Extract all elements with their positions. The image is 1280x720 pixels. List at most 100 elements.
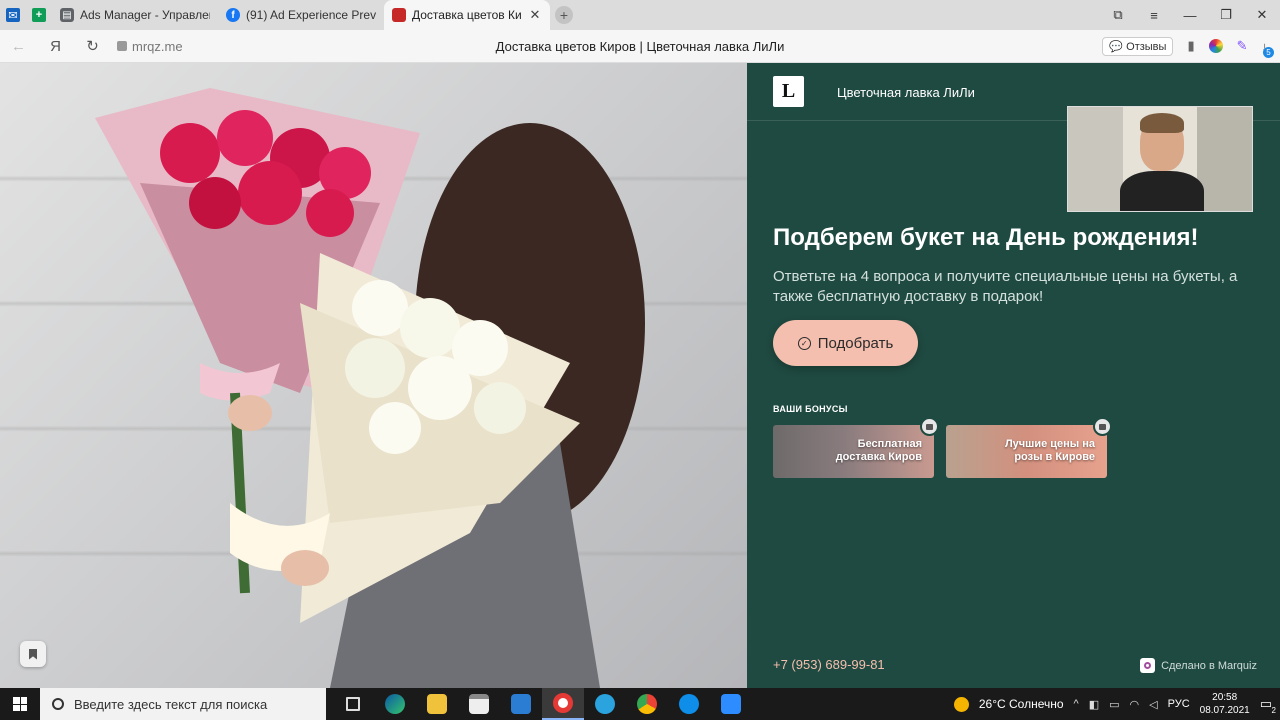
taskbar-search[interactable]: Введите здесь текст для поиска	[40, 688, 326, 720]
taskbar-store[interactable]	[458, 688, 500, 720]
bonus-card-free-delivery: Бесплатная доставка Киров	[773, 425, 934, 478]
reviews-button[interactable]: 💬 Отзывы	[1102, 36, 1174, 56]
zoom-icon	[721, 694, 741, 714]
taskbar-explorer[interactable]	[416, 688, 458, 720]
chrome-icon	[637, 694, 657, 714]
marquiz-credit[interactable]: Сделано в Marquiz	[1140, 658, 1257, 673]
bookmark-icon[interactable]: ▮	[1187, 38, 1194, 54]
close-tab-icon[interactable]: ✕	[528, 7, 542, 23]
weather-text[interactable]: 26°C Солнечно	[979, 697, 1064, 711]
notifications-icon[interactable]: ▭ 2	[1260, 696, 1276, 715]
color-wheel-icon[interactable]	[1208, 39, 1223, 53]
mail-icon: ✉	[6, 8, 20, 22]
pinned-tab-mail[interactable]: ✉	[0, 0, 26, 30]
yandex-button[interactable]: Я	[37, 38, 74, 55]
bonus-title: Лучшие цены на розы в Кирове	[1004, 438, 1095, 463]
tab-ads-manager[interactable]: ▤ Ads Manager - Управление	[52, 0, 218, 30]
taskbar-apps	[332, 688, 752, 720]
taskbar-yandex-browser[interactable]	[542, 688, 584, 720]
bonus-title: Бесплатная доставка Киров	[835, 438, 922, 463]
webcam-overlay	[1067, 106, 1253, 212]
tab-ad-experience[interactable]: f (91) Ad Experience Preview	[218, 0, 384, 30]
telegram-icon	[595, 694, 615, 714]
start-quiz-button[interactable]: ✓ Подобрать	[773, 320, 918, 366]
taskbar-mail[interactable]	[500, 688, 542, 720]
start-quiz-label: Подобрать	[817, 334, 894, 352]
close-window-button[interactable]: ✕	[1244, 7, 1280, 23]
task-view-button[interactable]	[332, 688, 374, 720]
downloads-badge: 5	[1263, 46, 1274, 58]
taskbar-zoom[interactable]	[710, 688, 752, 720]
folder-icon	[427, 694, 447, 714]
quiz-start-panel: L Цветочная лавка ЛиЛи Подберем букет на…	[747, 63, 1280, 688]
new-tab-button[interactable]: +	[550, 0, 578, 30]
ads-manager-icon: ▤	[60, 8, 74, 22]
volume-icon[interactable]: ◁	[1149, 698, 1157, 711]
network-icon[interactable]: ◧	[1089, 698, 1099, 711]
facebook-icon: f	[226, 8, 240, 22]
wifi-icon[interactable]: ◠	[1130, 698, 1140, 711]
lock-icon	[117, 41, 127, 51]
language-indicator[interactable]: РУС	[1168, 698, 1190, 710]
bouquet-illustration	[95, 88, 645, 688]
browser-tab-strip: ✉ + ▤ Ads Manager - Управление f (91) Ad…	[0, 0, 1280, 30]
pen-icon[interactable]: ✎	[1237, 38, 1248, 54]
reviews-label: Отзывы	[1126, 40, 1167, 53]
clock-date: 08.07.2021	[1199, 705, 1250, 716]
lock-icon	[1093, 417, 1112, 436]
battery-icon[interactable]: ▭	[1109, 698, 1119, 711]
quiz-subtext: Ответьте на 4 вопроса и получите специал…	[773, 268, 1238, 305]
collections-icon[interactable]: ⧉	[1100, 7, 1136, 23]
pinned-tab-sheets[interactable]: +	[26, 0, 52, 30]
downloads-icon[interactable]: ↓ 5	[1262, 39, 1274, 58]
search-icon	[52, 698, 64, 710]
sheets-icon: +	[32, 8, 46, 22]
store-icon	[469, 694, 489, 714]
taskbar-telegram[interactable]	[584, 688, 626, 720]
edge-icon	[385, 694, 405, 714]
taskbar-edge[interactable]	[374, 688, 416, 720]
clock[interactable]: 20:58 08.07.2021	[1200, 691, 1250, 717]
lock-icon	[920, 417, 939, 436]
notifications-count: 2	[1271, 706, 1276, 715]
search-placeholder: Введите здесь текст для поиска	[74, 696, 268, 712]
start-button[interactable]	[0, 688, 40, 720]
windows-logo-icon	[13, 697, 27, 711]
yandex-icon	[553, 693, 573, 713]
reload-button[interactable]: ↻	[74, 37, 111, 55]
windows-taskbar: Введите здесь текст для поиска 26°C Солн…	[0, 688, 1280, 720]
url-field[interactable]: mrqz.me	[117, 39, 183, 54]
back-button[interactable]: ←	[0, 38, 37, 55]
brand-logo: L	[773, 76, 804, 107]
window-controls: ⧉ ≡ — ❐ ✕	[1100, 0, 1280, 30]
flower-shop-icon	[392, 8, 406, 22]
taskbar-teamviewer[interactable]	[668, 688, 710, 720]
url-text: mrqz.me	[132, 38, 183, 54]
tab-title: (91) Ad Experience Preview	[246, 8, 376, 22]
made-in-label: Сделано в Marquiz	[1161, 659, 1257, 672]
taskbar-chrome[interactable]	[626, 688, 668, 720]
task-view-icon	[346, 697, 360, 711]
clock-time: 20:58	[1212, 692, 1238, 703]
tab-title: Доставка цветов Киров	[412, 8, 522, 22]
bonuses-heading: ВАШИ БОНУСЫ	[773, 404, 848, 414]
tray-overflow-icon[interactable]: ^	[1074, 698, 1079, 710]
bookmark-icon	[29, 648, 37, 660]
phone-link[interactable]: +7 (953) 689-99-81	[773, 657, 885, 672]
teamviewer-icon	[679, 694, 699, 714]
tab-title: Ads Manager - Управление	[80, 8, 210, 22]
system-tray: 26°C Солнечно ^ ◧ ▭ ◠ ◁ РУС 20:58 08.07.…	[953, 691, 1280, 717]
plus-icon: +	[555, 6, 573, 24]
logo-letter: L	[781, 80, 796, 102]
brand-name: Цветочная лавка ЛиЛи	[837, 85, 975, 100]
address-bar: ← Я ↻ mrqz.me Доставка цветов Киров | Цв…	[0, 30, 1280, 63]
menu-icon[interactable]: ≡	[1136, 8, 1172, 23]
page-title: Доставка цветов Киров | Цветочная лавка …	[495, 38, 785, 54]
save-bookmark-button[interactable]	[20, 641, 46, 667]
mail-icon	[511, 694, 531, 714]
tab-flower-delivery[interactable]: Доставка цветов Киров ✕	[384, 0, 550, 30]
minimize-button[interactable]: —	[1172, 8, 1208, 23]
sun-icon	[953, 696, 969, 712]
restore-button[interactable]: ❐	[1208, 7, 1244, 23]
address-bar-actions: 💬 Отзывы ▮ ✎ ↓ 5	[1102, 36, 1280, 58]
